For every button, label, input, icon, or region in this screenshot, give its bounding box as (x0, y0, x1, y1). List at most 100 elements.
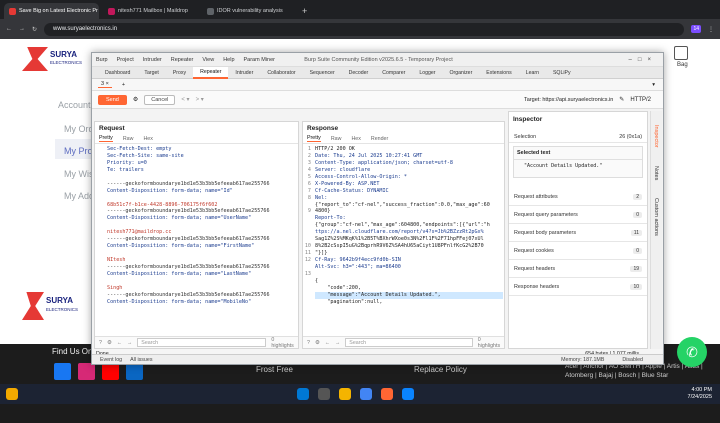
sidebar-address[interactable]: My Add (64, 191, 94, 201)
tool-tab-dashboard[interactable]: Dashboard (98, 67, 137, 79)
response-tab-render[interactable]: Render (371, 136, 388, 142)
tool-tab-decoder[interactable]: Decoder (342, 67, 376, 79)
all-issues-button[interactable]: All issues (130, 357, 152, 363)
menu-intruder[interactable]: Intruder (143, 57, 162, 63)
repeater-tab-3[interactable]: 3 × (98, 81, 112, 88)
menu-icon[interactable]: ⋮ (708, 26, 714, 33)
forward-icon[interactable]: → (19, 26, 25, 32)
response-tab-raw[interactable]: Raw (331, 136, 342, 142)
menu-help[interactable]: Help (223, 57, 234, 63)
forward-icon[interactable]: → (127, 340, 132, 346)
clock[interactable]: 4:00 PM 7/24/2025 (688, 387, 712, 401)
footer-link-frost[interactable]: Frost Free (256, 365, 293, 374)
app-icon[interactable] (402, 388, 415, 400)
inspector-section-request-cookies[interactable]: Request cookies 0 (509, 242, 647, 260)
side-tab-custom-actions[interactable]: Custom actions (653, 198, 659, 236)
back-icon[interactable]: ← (117, 340, 122, 346)
search-settings-icon[interactable]: ⚙ (315, 340, 320, 346)
whatsapp-icon[interactable]: ✆ (677, 337, 707, 367)
linkedin-icon[interactable] (126, 363, 143, 380)
search-settings-icon[interactable]: ⚙ (107, 340, 112, 346)
add-tab-icon[interactable]: + (122, 82, 125, 88)
search-icon[interactable] (318, 388, 331, 400)
footer-brand: SURYA (46, 296, 73, 305)
tool-tab-organizer[interactable]: Organizer (443, 67, 480, 79)
address-bar[interactable]: www.suryaelectronics.in (44, 22, 685, 36)
sidebar-orders[interactable]: My Ord (64, 124, 94, 134)
reload-icon[interactable]: ↻ (32, 26, 37, 33)
window-controls-icon[interactable]: –□× (629, 57, 657, 63)
tool-tab-logger[interactable]: Logger (412, 67, 442, 79)
browser-tab-2[interactable]: IDOR vulnerability analysis (202, 3, 297, 19)
inspector-section-request-attributes[interactable]: Request attributes 2 (509, 188, 647, 206)
tool-tab-target[interactable]: Target (137, 67, 165, 79)
response-body[interactable]: HTTP/2 200 OK Date: Thu, 24 Jul 2025 10:2… (315, 146, 503, 336)
inspector-section-response-headers[interactable]: Response headers 10 (509, 278, 647, 296)
cancel-button[interactable]: Cancel (144, 94, 176, 105)
disabled-dropdown[interactable]: Disabled (622, 357, 643, 363)
extension-badge[interactable]: 14 (691, 25, 701, 33)
request-tab-pretty[interactable]: Pretty (99, 135, 113, 142)
menu-view[interactable]: View (202, 57, 214, 63)
brand-name: SURYA (50, 50, 77, 59)
inspector-section-request-headers[interactable]: Request headers 19 (509, 260, 647, 278)
inspector-section-request-body-parameters[interactable]: Request body parameters 11 (509, 224, 647, 242)
line-number (303, 285, 311, 292)
sidebar-wishlist[interactable]: My Wis (64, 169, 94, 179)
settings-icon[interactable]: ⚙ (133, 96, 138, 103)
prev-request-icon[interactable]: < ▾ (181, 96, 189, 103)
selection-row[interactable]: Selection 26 (0x1a) (509, 132, 647, 143)
chrome-icon[interactable] (360, 388, 373, 400)
back-icon[interactable]: ← (325, 340, 330, 346)
side-tab-inspector[interactable]: Inspector (653, 125, 659, 148)
tool-tab-sequencer[interactable]: Sequencer (303, 67, 342, 79)
burp-icon[interactable] (381, 388, 394, 400)
youtube-icon[interactable] (102, 363, 119, 380)
tool-tab-proxy[interactable]: Proxy (166, 67, 193, 79)
browser-tab-1[interactable]: nitesh771 Mailbox | Maildrop (103, 3, 198, 19)
send-button[interactable]: Send (98, 94, 127, 105)
help-icon[interactable]: ? (307, 340, 310, 346)
tool-tab-extensions[interactable]: Extensions (479, 67, 518, 79)
tab-title: IDOR vulnerability analysis (217, 8, 283, 14)
footer-link-replace[interactable]: Replace Policy (414, 365, 467, 374)
inspector-section-count: 0 (633, 211, 642, 218)
http-version[interactable]: HTTP/2 (630, 97, 651, 103)
inspector-section-request-query-parameters[interactable]: Request query parameters 0 (509, 206, 647, 224)
tool-tab-sqlipy[interactable]: SQLiPy (546, 67, 578, 79)
request-tab-hex[interactable]: Hex (143, 136, 152, 142)
tool-tab-comparer[interactable]: Comparer (375, 67, 412, 79)
weather-icon[interactable] (6, 388, 18, 400)
request-tab-raw[interactable]: Raw (123, 136, 134, 142)
new-tab-icon[interactable]: + (302, 6, 307, 16)
request-search-input[interactable]: Search (137, 338, 267, 347)
tool-tab-learn[interactable]: Learn (519, 67, 546, 79)
event-log-button[interactable]: Event log (100, 357, 122, 363)
tool-tab-repeater[interactable]: Repeater (193, 66, 229, 79)
request-body[interactable]: Sec-Fetch-Dest: empty Sec-Fetch-Site: sam… (107, 146, 297, 336)
facebook-icon[interactable] (54, 363, 71, 380)
request-line (107, 174, 297, 181)
next-request-icon[interactable]: > ▾ (196, 96, 204, 103)
menu-repeater[interactable]: Repeater (171, 57, 194, 63)
start-icon[interactable] (297, 388, 310, 400)
tool-tab-collaborator[interactable]: Collaborator (260, 67, 302, 79)
selected-text-value[interactable]: "Account Details Updated." (514, 160, 642, 177)
browser-tab-0[interactable]: Save Big on Latest Electronic Pr (4, 3, 99, 19)
response-search-input[interactable]: Search (345, 338, 473, 347)
response-tab-pretty[interactable]: Pretty (307, 135, 321, 142)
instagram-icon[interactable] (78, 363, 95, 380)
tab-dropdown-icon[interactable]: ▾ (652, 82, 655, 88)
menu-project[interactable]: Project (117, 57, 134, 63)
back-icon[interactable]: ← (6, 26, 12, 32)
forward-icon[interactable]: → (335, 340, 340, 346)
bag-icon[interactable] (674, 46, 688, 60)
file-explorer-icon[interactable] (339, 388, 352, 400)
help-icon[interactable]: ? (99, 340, 102, 346)
edit-target-icon[interactable]: ✎ (619, 96, 624, 103)
tool-tab-intruder[interactable]: Intruder (228, 67, 260, 79)
menu-burp[interactable]: Burp (96, 57, 108, 63)
menu-param-miner[interactable]: Param Miner (244, 57, 275, 63)
side-tab-notes[interactable]: Notes (653, 166, 659, 180)
response-tab-hex[interactable]: Hex (351, 136, 360, 142)
